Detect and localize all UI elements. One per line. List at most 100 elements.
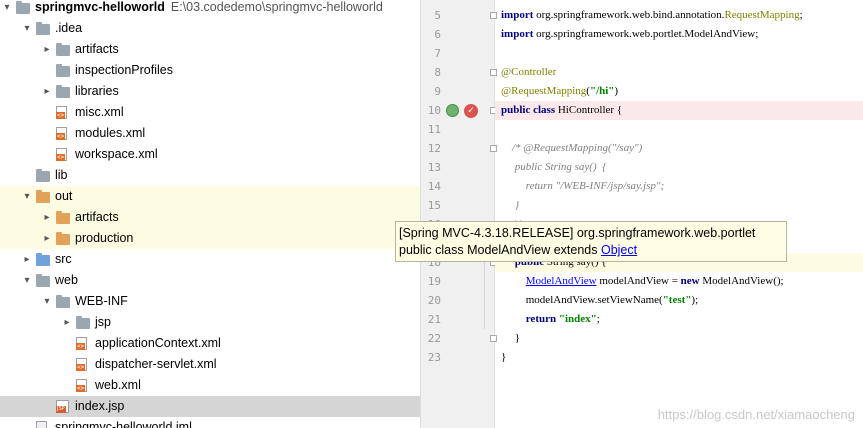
tree-row[interactable]: web.xml bbox=[0, 375, 420, 396]
tree-row-text: src bbox=[55, 252, 72, 266]
chevron-down-icon[interactable]: ▾ bbox=[22, 270, 32, 291]
code-line[interactable]: @RequestMapping("/hi") bbox=[501, 82, 618, 101]
tree-row[interactable]: inspectionProfiles bbox=[0, 60, 420, 81]
request-mapping-icon[interactable]: ✓ bbox=[464, 104, 478, 118]
tooltip-line-2: public class ModelAndView extends Object bbox=[399, 242, 783, 259]
tree-row[interactable]: ▾ out bbox=[0, 186, 420, 207]
tree-row[interactable]: ▸ src bbox=[0, 249, 420, 270]
line-number: 13 bbox=[427, 161, 441, 174]
folder-orange-icon bbox=[56, 232, 70, 245]
tree-row-text: libraries bbox=[75, 84, 119, 98]
tooltip-line-1: [Spring MVC-4.3.18.RELEASE] org.springfr… bbox=[399, 226, 756, 240]
code-editor[interactable]: 567891011121314151617181920212223✓ impor… bbox=[421, 0, 863, 428]
line-number: 23 bbox=[427, 351, 441, 364]
tree-row[interactable]: ▸ libraries bbox=[0, 81, 420, 102]
fold-marker-icon[interactable] bbox=[490, 12, 497, 19]
tree-row[interactable]: dispatcher-servlet.xml bbox=[0, 354, 420, 375]
tree-row-label: WEB-INF bbox=[75, 291, 128, 312]
tree-row-text: misc.xml bbox=[75, 105, 124, 119]
tree-row[interactable]: lib bbox=[0, 165, 420, 186]
chevron-down-icon[interactable]: ▾ bbox=[2, 0, 12, 18]
line-number: 21 bbox=[427, 313, 441, 326]
line-number: 6 bbox=[434, 28, 441, 41]
tree-row[interactable]: ▾ .idea bbox=[0, 18, 420, 39]
tree-row-label: web.xml bbox=[95, 375, 141, 396]
chevron-right-icon[interactable]: ▸ bbox=[22, 249, 32, 270]
code-line[interactable]: import org.springframework.web.portlet.M… bbox=[501, 25, 758, 44]
tree-row[interactable]: modules.xml bbox=[0, 123, 420, 144]
code-line[interactable]: return "/WEB-INF/jsp/say.jsp"; bbox=[501, 177, 664, 196]
tree-row-label: applicationContext.xml bbox=[95, 333, 221, 354]
tree-row[interactable]: ▾ springmvc-helloworld E:\03.codedemo\spri… bbox=[0, 0, 420, 18]
line-number: 22 bbox=[427, 332, 441, 345]
code-line[interactable]: } bbox=[501, 348, 506, 367]
line-number: 7 bbox=[434, 47, 441, 60]
editor-gutter: 567891011121314151617181920212223✓ bbox=[421, 0, 497, 428]
tree-row-label: jsp bbox=[95, 312, 111, 333]
tree-row[interactable]: ▾ web bbox=[0, 270, 420, 291]
tree-row[interactable]: misc.xml bbox=[0, 102, 420, 123]
object-link[interactable]: Object bbox=[601, 243, 637, 257]
chevron-right-icon[interactable]: ▸ bbox=[42, 81, 52, 102]
project-tree[interactable]: ▾ springmvc-helloworld E:\03.codedemo\spri… bbox=[0, 0, 421, 428]
tree-row-label: .idea bbox=[55, 18, 82, 39]
tree-row[interactable]: ▸ artifacts bbox=[0, 39, 420, 60]
code-line[interactable]: import org.springframework.web.bind.anno… bbox=[501, 6, 803, 25]
tree-row[interactable]: ▸ artifacts bbox=[0, 207, 420, 228]
tree-row[interactable]: ▸ production bbox=[0, 228, 420, 249]
chevron-right-icon[interactable]: ▸ bbox=[42, 228, 52, 249]
tree-row[interactable]: applicationContext.xml bbox=[0, 333, 420, 354]
folder-gray-icon bbox=[56, 43, 70, 56]
tree-row-text: index.jsp bbox=[75, 399, 125, 413]
fold-marker-icon[interactable] bbox=[490, 335, 497, 342]
folder-gray-icon bbox=[36, 22, 50, 35]
tree-row[interactable]: ▸ jsp bbox=[0, 312, 420, 333]
tree-row-text: WEB-INF bbox=[75, 294, 128, 308]
tree-row[interactable]: ▾ WEB-INF bbox=[0, 291, 420, 312]
quick-doc-tooltip: [Spring MVC-4.3.18.RELEASE] org.springfr… bbox=[395, 221, 787, 262]
xml-file-icon bbox=[76, 337, 90, 350]
xml-file-icon bbox=[56, 148, 70, 161]
chevron-down-icon[interactable]: ▾ bbox=[42, 291, 52, 312]
tree-row[interactable]: workspace.xml bbox=[0, 144, 420, 165]
code-line[interactable]: @Controller bbox=[501, 63, 556, 82]
chevron-right-icon[interactable]: ▸ bbox=[42, 39, 52, 60]
code-line[interactable]: modelAndView.setViewName("test"); bbox=[501, 291, 698, 310]
code-line[interactable]: /* @RequestMapping("/say") bbox=[501, 139, 642, 158]
chevron-down-icon[interactable]: ▾ bbox=[22, 18, 32, 39]
folder-gray-icon bbox=[56, 85, 70, 98]
tree-row-label: src bbox=[55, 249, 72, 270]
code-line[interactable]: public class HiController { bbox=[501, 101, 622, 120]
tree-row[interactable]: index.jsp bbox=[0, 396, 420, 417]
tree-row-text: dispatcher-servlet.xml bbox=[95, 357, 217, 371]
code-line[interactable]: } bbox=[501, 329, 520, 348]
code-line[interactable]: ModelAndView modelAndView = new ModelAnd… bbox=[501, 272, 784, 291]
tree-row[interactable]: springmvc-helloworld.iml bbox=[0, 417, 420, 428]
tree-row-text: applicationContext.xml bbox=[95, 336, 221, 350]
line-number: 14 bbox=[427, 180, 441, 193]
folder-gray-icon bbox=[76, 316, 90, 329]
code-line[interactable]: } bbox=[501, 196, 519, 215]
tree-row-label: web bbox=[55, 270, 78, 291]
xml-file-icon bbox=[56, 127, 70, 140]
chevron-right-icon[interactable]: ▸ bbox=[42, 207, 52, 228]
code-line[interactable]: return "index"; bbox=[501, 310, 600, 329]
tree-row-label: libraries bbox=[75, 81, 119, 102]
chevron-right-icon[interactable]: ▸ bbox=[62, 312, 72, 333]
fold-marker-icon[interactable] bbox=[490, 145, 497, 152]
tree-row-text: .idea bbox=[55, 21, 83, 35]
tree-row-label: misc.xml bbox=[75, 102, 124, 123]
line-number: 12 bbox=[427, 142, 441, 155]
line-number: 15 bbox=[427, 199, 441, 212]
fold-marker-icon[interactable] bbox=[490, 69, 497, 76]
tree-row-label: workspace.xml bbox=[75, 144, 158, 165]
chevron-down-icon[interactable]: ▾ bbox=[22, 186, 32, 207]
code-line[interactable]: public String say() { bbox=[501, 158, 607, 177]
spring-bean-icon[interactable] bbox=[446, 104, 459, 117]
line-number: 8 bbox=[434, 66, 441, 79]
indent-guide bbox=[484, 253, 485, 329]
tree-row-text: inspectionProfiles bbox=[75, 63, 173, 77]
folder-blue-icon bbox=[36, 253, 50, 266]
tree-row-label: artifacts bbox=[75, 207, 119, 228]
xml-file-icon bbox=[56, 106, 70, 119]
